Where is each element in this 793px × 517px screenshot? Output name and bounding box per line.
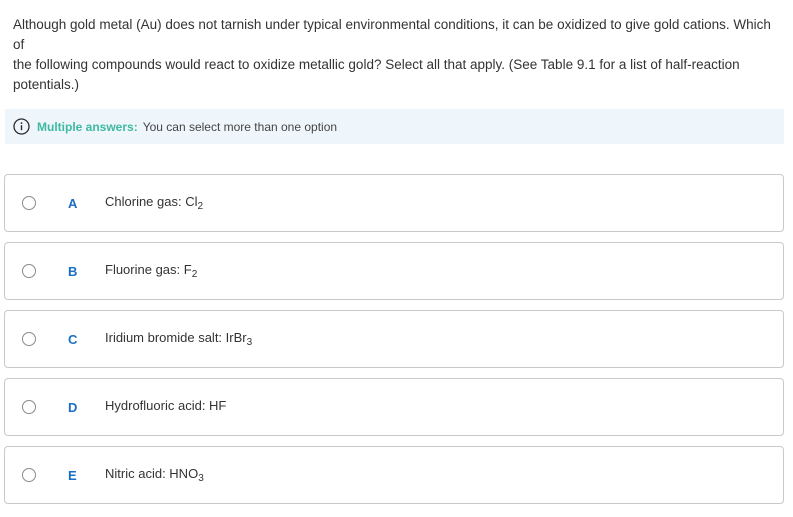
- option-c[interactable]: C Iridium bromide salt: IrBr3: [4, 310, 784, 368]
- option-c-text: Iridium bromide salt: IrBr3: [105, 330, 253, 348]
- option-a-text: Chlorine gas: Cl2: [105, 194, 204, 212]
- option-a-checkbox[interactable]: [22, 196, 36, 210]
- question-line-1: Although gold metal (Au) does not tarnis…: [13, 17, 771, 52]
- option-b-text: Fluorine gas: F2: [105, 262, 198, 280]
- question-text: Although gold metal (Au) does not tarnis…: [13, 15, 781, 95]
- option-b[interactable]: B Fluorine gas: F2: [4, 242, 784, 300]
- option-d-checkbox[interactable]: [22, 400, 36, 414]
- question-line-3: potentials.): [13, 77, 80, 92]
- option-c-checkbox[interactable]: [22, 332, 36, 346]
- question-line-2: the following compounds would react to o…: [13, 57, 740, 72]
- option-c-letter: C: [68, 331, 78, 347]
- option-e[interactable]: E Nitric acid: HNO3: [4, 446, 784, 504]
- option-e-checkbox[interactable]: [22, 468, 36, 482]
- option-a-letter: A: [68, 195, 78, 211]
- multiple-answers-banner: Multiple answers: You can select more th…: [5, 109, 784, 144]
- banner-title: Multiple answers:: [37, 119, 138, 134]
- option-b-letter: B: [68, 263, 78, 279]
- option-d-letter: D: [68, 399, 78, 415]
- option-e-letter: E: [68, 467, 77, 483]
- option-d[interactable]: D Hydrofluoric acid: HF: [4, 378, 784, 436]
- info-icon: [13, 118, 30, 135]
- option-b-checkbox[interactable]: [22, 264, 36, 278]
- banner-text: You can select more than one option: [142, 119, 338, 134]
- option-d-text: Hydrofluoric acid: HF: [105, 398, 227, 413]
- question-page: Although gold metal (Au) does not tarnis…: [0, 0, 793, 517]
- option-a[interactable]: A Chlorine gas: Cl2: [4, 174, 784, 232]
- option-e-text: Nitric acid: HNO3: [105, 466, 204, 484]
